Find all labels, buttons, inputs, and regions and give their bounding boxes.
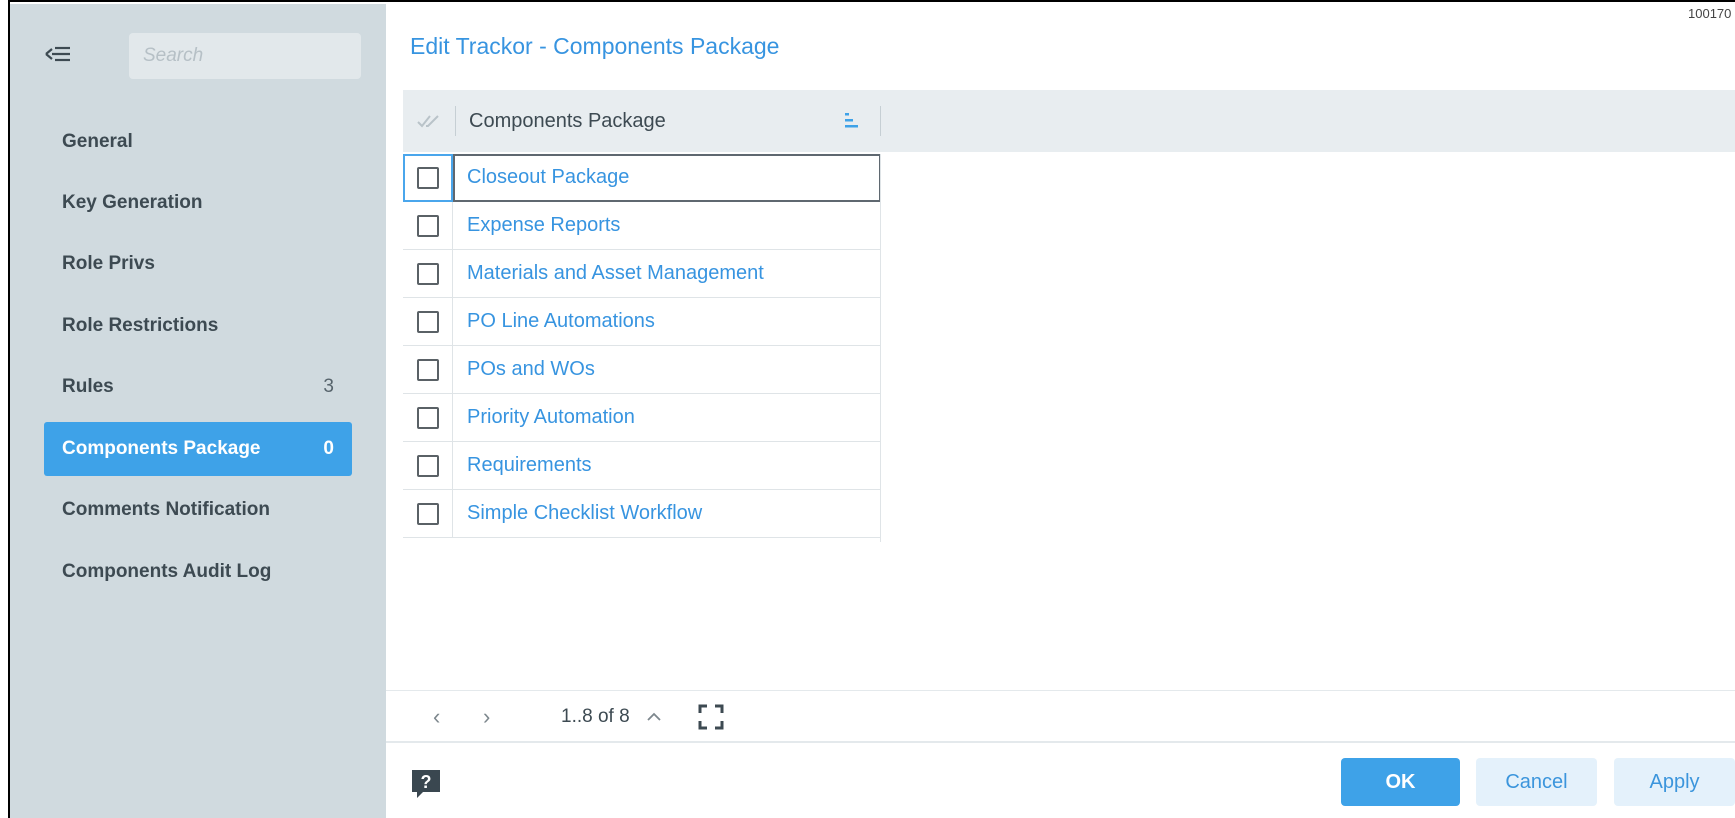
row-checkbox[interactable] <box>416 502 439 525</box>
row-checkbox[interactable] <box>416 454 439 477</box>
row-link[interactable]: Requirements <box>453 454 592 477</box>
select-all-checkmark-icon[interactable] <box>403 90 455 152</box>
fullscreen-icon[interactable] <box>698 704 724 730</box>
page-range: 1..8 of 8 <box>561 706 630 727</box>
sidebar-item-count: 3 <box>323 376 334 397</box>
divider <box>386 690 1735 691</box>
row-link[interactable]: Priority Automation <box>453 406 635 429</box>
window-left-border <box>0 0 10 818</box>
row-link[interactable]: Closeout Package <box>453 166 629 189</box>
page-title: Edit Trackor - Components Package <box>410 33 780 59</box>
next-page-button[interactable]: › <box>483 704 533 730</box>
row-link[interactable]: PO Line Automations <box>453 310 655 333</box>
table-row: POs and WOs <box>403 345 881 394</box>
prev-page-button[interactable]: ‹ <box>433 704 483 730</box>
sidebar-item-role-privs[interactable]: Role Privs <box>44 237 352 291</box>
grid-body: Closeout Package Expense Reports Materia… <box>403 153 881 538</box>
table-row: Priority Automation <box>403 393 881 442</box>
sidebar-item-label: General <box>62 131 133 152</box>
row-checkbox-cell <box>403 201 453 250</box>
row-checkbox[interactable] <box>417 166 439 189</box>
sidebar-item-label: Role Privs <box>62 253 155 274</box>
apply-button[interactable]: Apply <box>1614 758 1735 806</box>
row-checkbox-cell <box>403 345 453 394</box>
sidebar-item-rules[interactable]: Rules 3 <box>44 360 352 414</box>
sidebar-item-count: 0 <box>323 438 334 459</box>
row-link[interactable]: Materials and Asset Management <box>453 262 764 285</box>
table-row: Simple Checklist Workflow <box>403 489 881 538</box>
pager: ‹ › 1..8 of 8 <box>433 700 724 734</box>
column-header-label[interactable]: Components Package <box>469 90 666 152</box>
table-row: Materials and Asset Management <box>403 249 881 298</box>
sidebar-item-role-restrictions[interactable]: Role Restrictions <box>44 299 352 353</box>
table-row: PO Line Automations <box>403 297 881 346</box>
row-checkbox[interactable] <box>416 310 439 333</box>
row-link[interactable]: Expense Reports <box>453 214 620 237</box>
sidebar-item-label: Comments Notification <box>62 499 270 520</box>
column-divider <box>455 106 456 136</box>
sidebar-item-label: Rules <box>62 376 114 397</box>
row-checkbox-cell <box>403 441 453 490</box>
row-checkbox-cell <box>403 393 453 442</box>
divider <box>386 741 1735 743</box>
sidebar-item-key-generation[interactable]: Key Generation <box>44 176 352 230</box>
table-row: Requirements <box>403 441 881 490</box>
grid-right-border <box>880 154 881 542</box>
ok-button[interactable]: OK <box>1341 758 1460 806</box>
cancel-button[interactable]: Cancel <box>1476 758 1597 806</box>
table-row: Expense Reports <box>403 201 881 250</box>
sort-ascending-icon[interactable] <box>843 110 861 132</box>
row-checkbox-cell <box>403 489 453 538</box>
row-checkbox[interactable] <box>416 406 439 429</box>
sidebar-item-components-audit-log[interactable]: Components Audit Log <box>44 545 352 599</box>
sidebar-item-label: Components Audit Log <box>62 561 272 582</box>
row-link[interactable]: POs and WOs <box>453 358 595 381</box>
grid-header: Components Package <box>403 90 1735 152</box>
row-checkbox[interactable] <box>416 262 439 285</box>
sidebar: General Key Generation Role Privs Role R… <box>10 4 386 818</box>
row-link[interactable]: Simple Checklist Workflow <box>453 502 702 525</box>
row-checkbox-cell <box>403 153 453 202</box>
row-checkbox-cell <box>403 297 453 346</box>
sidebar-search-input[interactable] <box>129 33 361 79</box>
help-icon[interactable]: ? <box>409 767 443 801</box>
sidebar-item-label: Key Generation <box>62 192 203 213</box>
sidebar-item-label: Role Restrictions <box>62 315 219 336</box>
svg-text:?: ? <box>421 772 432 792</box>
chevron-up-icon[interactable] <box>646 709 662 725</box>
row-checkbox-cell <box>403 249 453 298</box>
table-row: Closeout Package <box>403 153 881 202</box>
collapse-menu-icon[interactable] <box>44 40 72 68</box>
sidebar-item-comments-notification[interactable]: Comments Notification <box>44 483 352 537</box>
sidebar-item-components-package[interactable]: Components Package 0 <box>44 422 352 476</box>
record-id: 100170 <box>1688 6 1732 21</box>
column-resize-handle[interactable] <box>880 106 881 136</box>
sidebar-item-general[interactable]: General <box>44 115 352 169</box>
row-checkbox[interactable] <box>416 214 439 237</box>
sidebar-item-label: Components Package <box>62 438 261 459</box>
row-checkbox[interactable] <box>416 358 439 381</box>
